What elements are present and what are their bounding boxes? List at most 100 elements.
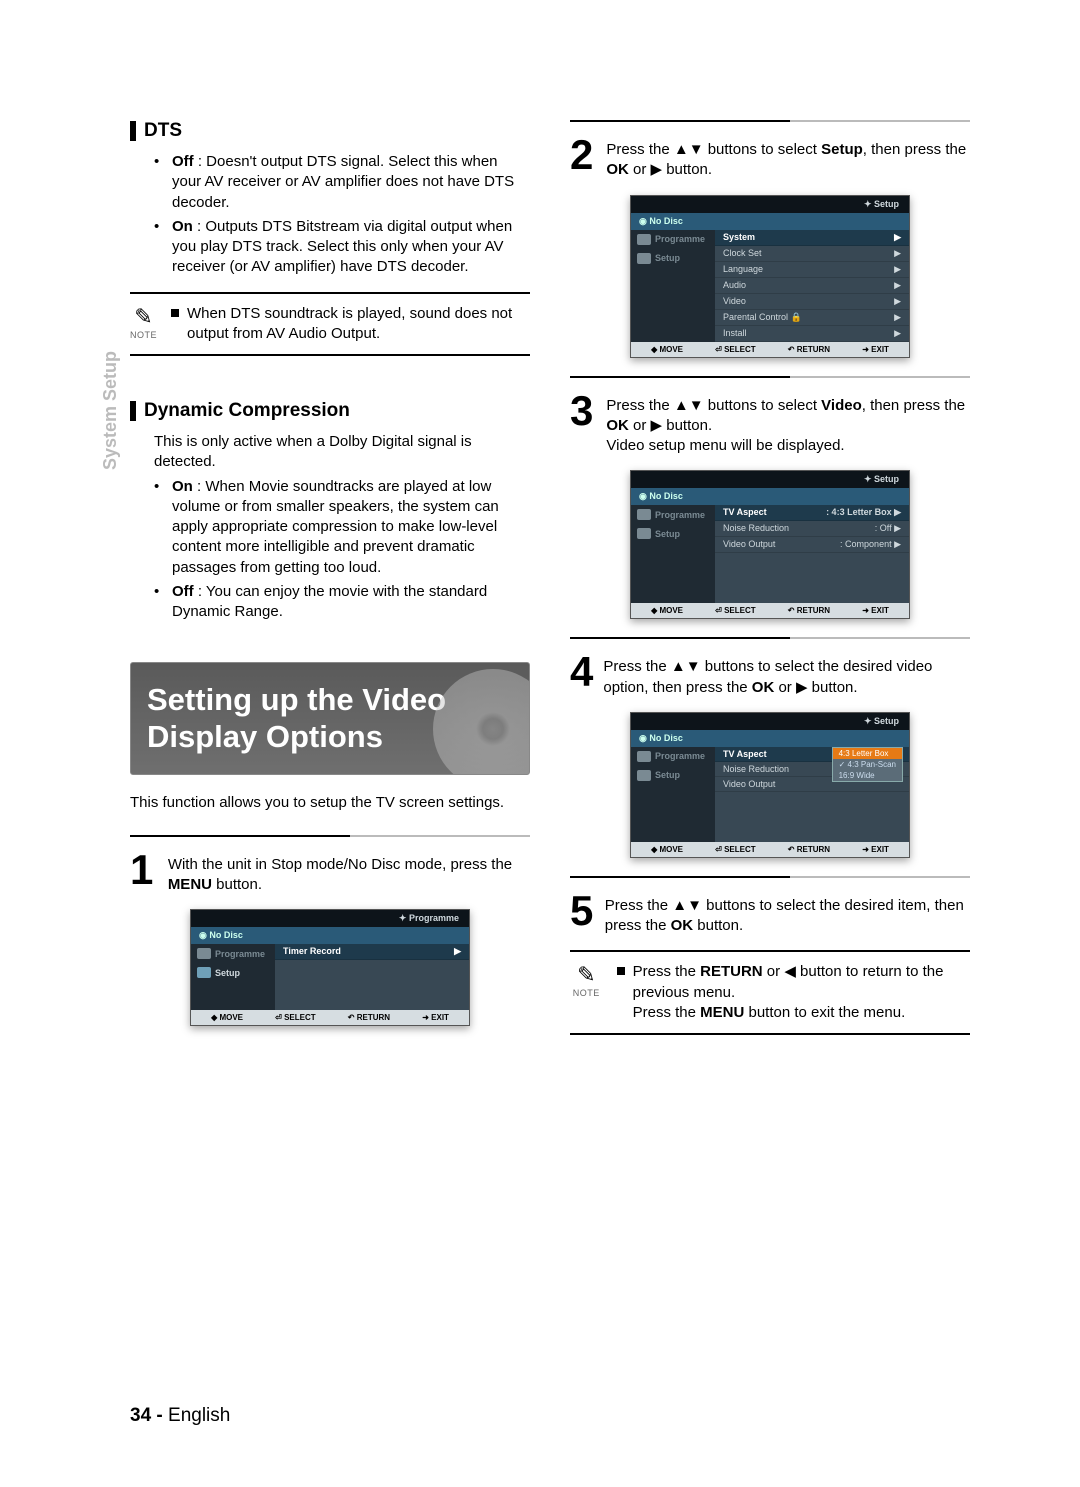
label-off: Off — [172, 153, 194, 170]
divider — [570, 637, 970, 639]
step-number: 3 — [570, 392, 596, 457]
osd-title: Programme — [409, 913, 459, 923]
osd-row: Video — [723, 296, 746, 307]
t: MENU — [700, 1004, 744, 1021]
t: OK — [671, 917, 694, 934]
step-number: 2 — [570, 136, 596, 181]
popup-item: 4:3 Letter Box — [833, 748, 902, 759]
osd-row: Timer Record — [283, 946, 341, 957]
osd-val: : 4:3 Letter Box — [826, 507, 892, 517]
dts-title: DTS — [144, 120, 182, 142]
osd-exit: EXIT — [871, 606, 889, 615]
label-on: On — [172, 478, 193, 495]
t: , then press the — [863, 141, 966, 158]
setup-icon — [637, 528, 651, 539]
step1b: MENU — [168, 876, 212, 893]
osd-title: Setup — [874, 199, 899, 209]
dyn-off-bullet: • Off : You can enjoy the movie with the… — [154, 582, 530, 623]
osd-side: Setup — [655, 253, 680, 263]
divider — [570, 376, 970, 378]
dyn-on-bullet: • On : When Movie soundtracks are played… — [154, 477, 530, 578]
dts-heading: DTS — [130, 120, 530, 142]
osd-side: Setup — [655, 770, 680, 780]
dts-note-text: When DTS soundtrack is played, sound doe… — [187, 304, 530, 345]
osd-val: : Off — [875, 523, 892, 533]
popup-item: ✓ 4:3 Pan-Scan — [833, 759, 902, 770]
t: Press the — [633, 1004, 701, 1021]
t: Video setup menu will be displayed. — [606, 437, 844, 454]
osd-row: Install — [723, 328, 747, 339]
osd-select: SELECT — [724, 345, 756, 354]
osd-return: RETURN — [797, 606, 830, 615]
step-1: 1 With the unit in Stop mode/No Disc mod… — [130, 851, 530, 896]
osd-row: System — [723, 232, 755, 243]
square-bullet-icon — [617, 967, 625, 975]
osd-return: RETURN — [797, 845, 830, 854]
dyn-on-text: : When Movie soundtracks are played at l… — [172, 478, 499, 576]
left-column: DTS • Off : Doesn't output DTS signal. S… — [130, 120, 530, 1035]
t: button. — [693, 917, 743, 934]
setup-icon — [197, 967, 211, 978]
right-column: 2 Press the ▲▼ buttons to select Setup , … — [570, 120, 970, 1035]
osd-row: TV Aspect — [723, 507, 767, 518]
step-4: 4 Press the ▲▼ buttons to select the des… — [570, 653, 970, 698]
divider — [570, 876, 970, 878]
heading-bar-icon — [130, 121, 136, 141]
osd-select: SELECT — [284, 1013, 316, 1022]
dyn-off-text: : You can enjoy the movie with the stand… — [172, 583, 487, 620]
osd-return: RETURN — [797, 345, 830, 354]
t: Press the — [633, 963, 701, 980]
programme-icon — [637, 234, 651, 245]
square-bullet-icon — [171, 309, 179, 317]
osd-side: Programme — [655, 510, 705, 520]
osd-move: MOVE — [659, 606, 683, 615]
osd-nodisc: No Disc — [649, 733, 683, 743]
dyn-intro: This is only active when a Dolby Digital… — [154, 432, 530, 473]
popup-item: 16:9 Wide — [833, 770, 902, 781]
t: Video — [821, 397, 862, 414]
note-label: NOTE — [570, 988, 603, 998]
t: or ▶ button. — [629, 161, 712, 178]
heading-bar-icon — [130, 401, 136, 421]
t: or ▶ button. — [774, 679, 857, 696]
t: button to exit the menu. — [744, 1004, 905, 1021]
osd-nodisc: No Disc — [649, 491, 683, 501]
label-on: On — [172, 218, 193, 235]
step1a: With the unit in Stop mode/No Disc mode,… — [168, 856, 512, 873]
step1c: button. — [212, 876, 262, 893]
step-number: 5 — [570, 892, 595, 937]
t: Press the ▲▼ buttons to select — [606, 397, 821, 414]
video-options-title: Setting up the Video Display Options — [147, 682, 446, 754]
osd-select: SELECT — [724, 606, 756, 615]
note-label: NOTE — [130, 330, 157, 340]
dts-off-text: : Doesn't output DTS signal. Select this… — [172, 153, 514, 211]
divider — [570, 120, 970, 122]
osd-row: Clock Set — [723, 248, 762, 259]
dyn-heading: Dynamic Compression — [130, 400, 530, 422]
note-icon: ✎ — [130, 304, 157, 330]
osd-row: Audio — [723, 280, 746, 291]
video-intro: This function allows you to setup the TV… — [130, 793, 530, 813]
divider — [130, 835, 530, 837]
osd-nodisc: No Disc — [649, 216, 683, 226]
t: Press the ▲▼ buttons to select — [606, 141, 821, 158]
final-note: ✎ NOTE Press the RETURN or ◀ button to r… — [570, 950, 970, 1035]
step-3: 3 Press the ▲▼ buttons to select Video, … — [570, 392, 970, 457]
page-language: English — [168, 1405, 230, 1426]
step-2: 2 Press the ▲▼ buttons to select Setup, … — [570, 136, 970, 181]
osd-side-programme: Programme — [215, 949, 265, 959]
dts-off-bullet: • Off : Doesn't output DTS signal. Selec… — [154, 152, 530, 213]
osd-setup-system: ✦ Setup ◉ No Disc Programme Setup System… — [630, 195, 910, 358]
osd-exit: EXIT — [431, 1013, 449, 1022]
osd-row: Language — [723, 264, 763, 275]
step-number: 4 — [570, 653, 593, 698]
osd-select: SELECT — [724, 845, 756, 854]
t: OK — [606, 161, 629, 178]
dts-on-bullet: • On : Outputs DTS Bitstream via digital… — [154, 217, 530, 278]
osd-side-setup: Setup — [215, 968, 240, 978]
osd-row: Video Output — [723, 779, 775, 789]
setup-icon — [637, 253, 651, 264]
osd-val: : Component — [840, 539, 892, 549]
dts-note: ✎ NOTE When DTS soundtrack is played, so… — [130, 292, 530, 357]
osd-return: RETURN — [357, 1013, 390, 1022]
